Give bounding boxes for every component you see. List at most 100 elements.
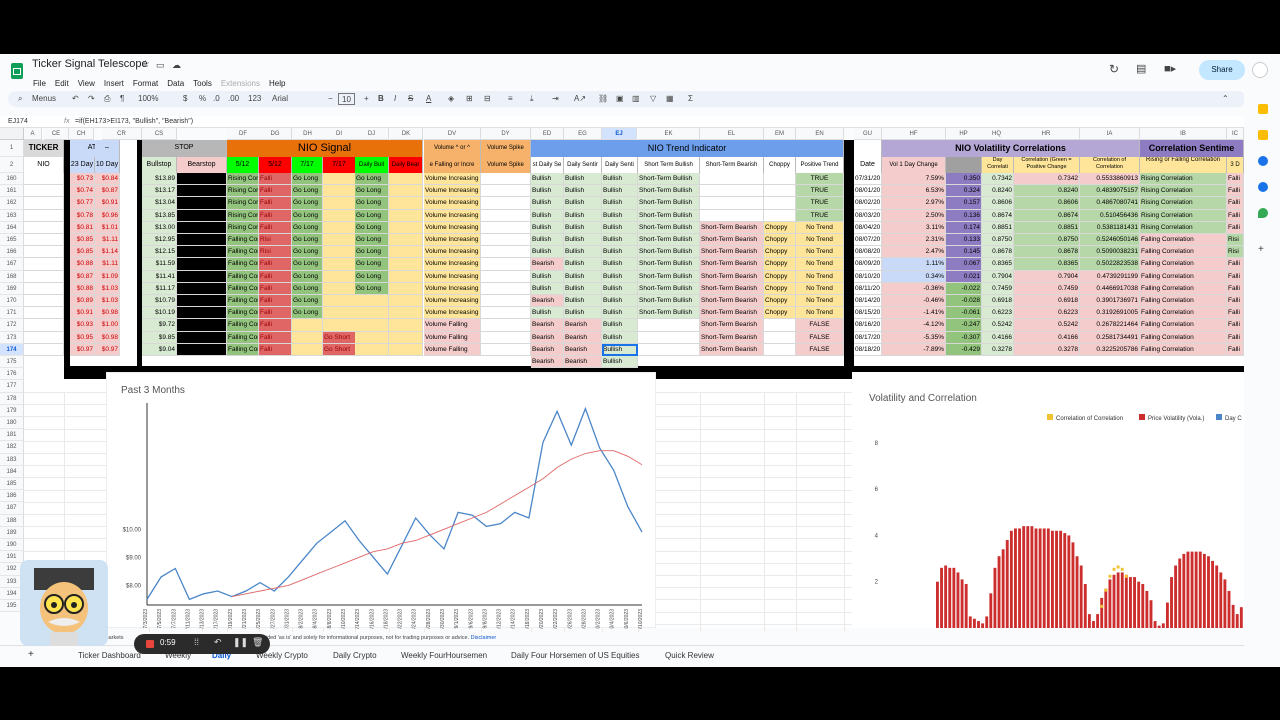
- cell-s2x-162[interactable]: Falli: [1227, 197, 1244, 210]
- col-header-di[interactable]: DI: [323, 128, 356, 140]
- cell-a[interactable]: [24, 343, 64, 356]
- cell-v5-171[interactable]: 0.3192691005: [1080, 307, 1140, 320]
- cell-vol-165[interactable]: Volume Increasing: [424, 234, 481, 247]
- cell-bear-173[interactable]: [177, 331, 227, 344]
- cell-s2-171[interactable]: Falli: [259, 307, 292, 320]
- cloud-status-icon[interactable]: ☁: [172, 58, 181, 72]
- cell-s1x-163[interactable]: Rising Correlation: [1140, 209, 1227, 222]
- cell-atr10-173[interactable]: $0.98: [95, 331, 120, 344]
- cell-t7-165[interactable]: No Trend: [796, 234, 844, 247]
- cell-bear-161[interactable]: [177, 185, 227, 198]
- chart-icon[interactable]: ▥: [632, 91, 640, 107]
- col-header-el[interactable]: EL: [700, 128, 764, 140]
- cell-t7-168[interactable]: No Trend: [796, 270, 844, 283]
- cell-v5-163[interactable]: 0.510456436: [1080, 209, 1140, 222]
- cell-t3-175[interactable]: Bullish: [602, 356, 638, 369]
- cell-v1-162[interactable]: 2.97%: [882, 197, 946, 210]
- font-select[interactable]: Arial: [272, 91, 288, 107]
- calendar-icon[interactable]: [1258, 104, 1268, 114]
- cell-v5-170[interactable]: 0.3901736971: [1080, 295, 1140, 308]
- stop-record-icon[interactable]: [146, 640, 154, 648]
- cell-s2x-171[interactable]: Falli: [1227, 307, 1244, 320]
- delete-icon[interactable]: 🗑: [252, 637, 263, 648]
- cell-atr23-171[interactable]: $0.91: [70, 307, 95, 320]
- cell-v2-163[interactable]: 0.136: [946, 209, 982, 222]
- font-size-minus[interactable]: −: [328, 91, 333, 107]
- cell-t7-171[interactable]: No Trend: [796, 307, 844, 320]
- cell-spk-169[interactable]: [481, 282, 531, 295]
- name-box[interactable]: EJ174: [8, 116, 28, 128]
- cell-v3-167[interactable]: 0.8365: [982, 258, 1014, 271]
- cell-vol-163[interactable]: Volume Increasing: [424, 209, 481, 222]
- cell-s6-173[interactable]: [389, 331, 423, 344]
- cell-v5-174[interactable]: 0.3225205786: [1080, 343, 1140, 356]
- row-header-190[interactable]: 190: [0, 539, 24, 552]
- cell-date-169[interactable]: 08/11/20: [854, 282, 882, 295]
- align-icon[interactable]: ≡: [508, 91, 513, 107]
- star-icon[interactable]: ☆: [141, 58, 150, 72]
- cell-atr10-165[interactable]: $1.11: [95, 234, 120, 247]
- cell-s1-164[interactable]: Rising Correlation: [227, 221, 259, 234]
- cell-s2-173[interactable]: Falli: [259, 331, 292, 344]
- cell-bear-171[interactable]: [177, 307, 227, 320]
- cell-vol-169[interactable]: Volume Increasing: [424, 282, 481, 295]
- cell-t1-162[interactable]: Bullish: [531, 197, 564, 210]
- cell-t3-171[interactable]: Bullish: [602, 307, 638, 320]
- col-header-eg[interactable]: EG: [564, 128, 602, 140]
- cell-s3-163[interactable]: Go Long: [292, 209, 323, 222]
- pause-icon[interactable]: ❚❚: [233, 637, 248, 648]
- menu-edit[interactable]: Edit: [55, 79, 69, 88]
- keep-icon[interactable]: [1258, 130, 1268, 140]
- cell-s1-166[interactable]: Falling Correlation: [227, 246, 259, 259]
- cell-s5-166[interactable]: Go Long: [355, 246, 389, 259]
- cell-spk-172[interactable]: [481, 319, 531, 332]
- row-header-171[interactable]: 171: [0, 307, 24, 320]
- cell-date-160[interactable]: 07/31/20: [854, 173, 882, 186]
- cell-s2-169[interactable]: Falli: [259, 282, 292, 295]
- cell-s3-166[interactable]: Go Long: [292, 246, 323, 259]
- menu-view[interactable]: View: [78, 79, 95, 88]
- cell-s3-168[interactable]: Go Long: [292, 270, 323, 283]
- tab-daily-crypto[interactable]: Daily Crypto: [333, 651, 377, 660]
- functions-icon[interactable]: Σ: [688, 91, 693, 107]
- cell-t4-160[interactable]: Short-Term Bullish: [638, 173, 700, 186]
- cell-v5-165[interactable]: 0.5246050146: [1080, 234, 1140, 247]
- cell-t7-172[interactable]: FALSE: [796, 319, 844, 332]
- col-header-hq[interactable]: HQ: [980, 128, 1014, 140]
- cell-t3-168[interactable]: Bullish: [602, 270, 638, 283]
- cell-s2-161[interactable]: Falli: [259, 185, 292, 198]
- cell-s1x-162[interactable]: Rising Correlation: [1140, 197, 1227, 210]
- cell-s2-168[interactable]: Falli: [259, 270, 292, 283]
- strikethrough-icon[interactable]: S: [408, 91, 413, 107]
- share-button[interactable]: Share: [1199, 60, 1245, 80]
- cell-t6-170[interactable]: Choppy: [764, 295, 796, 308]
- cell-s1-174[interactable]: Falling Correlation: [227, 343, 259, 356]
- cell-s1-163[interactable]: Rising Correlation: [227, 209, 259, 222]
- cell-t4-161[interactable]: Short-Term Bullish: [638, 185, 700, 198]
- cell-t1-173[interactable]: Bearish: [531, 331, 564, 344]
- cell-t4-162[interactable]: Short-Term Bullish: [638, 197, 700, 210]
- italic-icon[interactable]: I: [394, 91, 396, 107]
- cell-t4-168[interactable]: Short-Term Bullish: [638, 270, 700, 283]
- cell-s5-167[interactable]: Go Long: [355, 258, 389, 271]
- meet-icon[interactable]: ■▸: [1164, 62, 1176, 76]
- contacts-icon[interactable]: [1258, 182, 1268, 192]
- row-header-160[interactable]: 160: [0, 173, 24, 186]
- row-header-169[interactable]: 169: [0, 282, 24, 295]
- cell-t2-163[interactable]: Bullish: [564, 209, 602, 222]
- cell-s6-162[interactable]: [389, 197, 423, 210]
- col-header-hf[interactable]: HF: [882, 128, 946, 140]
- filter-icon[interactable]: ▽: [650, 91, 656, 107]
- more-formats[interactable]: 123: [248, 91, 261, 107]
- cell-t4-163[interactable]: Short-Term Bullish: [638, 209, 700, 222]
- col-header-dk[interactable]: DK: [390, 128, 423, 140]
- cell-s1-161[interactable]: Rising Correlation: [227, 185, 259, 198]
- row-header-170[interactable]: 170: [0, 295, 24, 308]
- cell-s1-172[interactable]: Falling Correlation: [227, 319, 259, 332]
- cell-atr10-168[interactable]: $1.09: [95, 270, 120, 283]
- cell-vol-170[interactable]: Volume Increasing: [424, 295, 481, 308]
- cell-t7-166[interactable]: No Trend: [796, 246, 844, 259]
- cell-s4-165[interactable]: [323, 234, 356, 247]
- row-header-191[interactable]: 191: [0, 551, 24, 564]
- cell-s4-167[interactable]: [323, 258, 356, 271]
